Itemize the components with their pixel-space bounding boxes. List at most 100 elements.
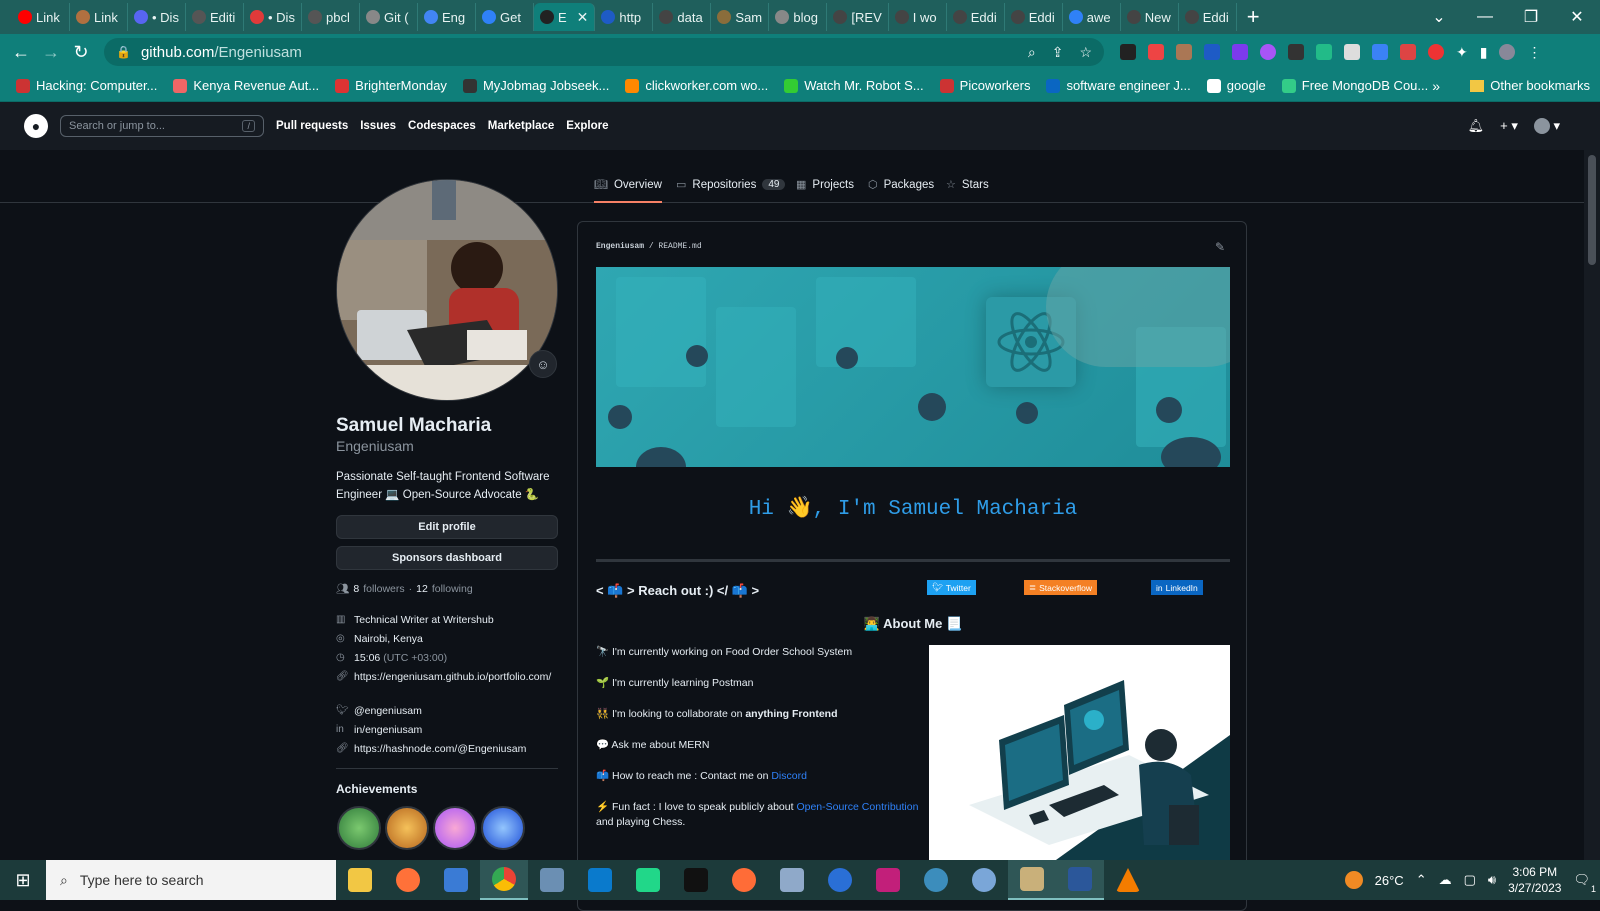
linkedin-link[interactable]: in/engeniusam: [354, 724, 422, 736]
temperature[interactable]: 26°C: [1375, 873, 1404, 888]
nav-issues[interactable]: Issues: [360, 120, 396, 132]
chevron-up-icon[interactable]: ⌃: [1416, 872, 1427, 888]
extension-icon[interactable]: [1400, 44, 1416, 60]
browser-tab[interactable]: E ✕: [534, 3, 596, 31]
browser-tab[interactable]: Eng: [418, 3, 476, 31]
extension-icon[interactable]: [1288, 44, 1304, 60]
achievement-badge-pair-extraordinaire[interactable]: [337, 806, 381, 850]
readme-file[interactable]: README.md: [658, 242, 701, 251]
app-cube-icon[interactable]: [768, 860, 816, 900]
extension-icon[interactable]: [1120, 44, 1136, 60]
nav-codespaces[interactable]: Codespaces: [408, 120, 476, 132]
url-input[interactable]: 🔒 github.com/Engeniusam ⌕ ⇪ ☆: [104, 38, 1104, 66]
app-globe-icon[interactable]: [960, 860, 1008, 900]
windows-start-icon[interactable]: ⊞: [0, 870, 46, 891]
following-count[interactable]: 12: [416, 583, 428, 595]
scrollbar-thumb[interactable]: [1588, 155, 1596, 265]
browser-tab[interactable]: Git (: [360, 3, 418, 31]
other-bookmarks-folder[interactable]: Other bookmarks: [1470, 78, 1590, 93]
tab-packages[interactable]: ⬡ Packages: [868, 178, 934, 192]
bookmark-item[interactable]: google: [1201, 78, 1272, 93]
minimize-button[interactable]: —: [1462, 8, 1508, 26]
extension-icon[interactable]: [1428, 44, 1444, 60]
bookmark-item[interactable]: Kenya Revenue Aut...: [167, 78, 325, 93]
new-tab-button[interactable]: +: [1247, 4, 1260, 30]
create-new-dropdown[interactable]: + ▾: [1500, 118, 1518, 134]
following-link[interactable]: following: [432, 583, 473, 595]
bookmark-item[interactable]: Hacking: Computer...: [10, 78, 163, 93]
back-button[interactable]: ←: [6, 42, 36, 63]
achievement-badge-quickdraw[interactable]: [385, 806, 429, 850]
close-window-button[interactable]: ✕: [1554, 7, 1600, 27]
stackoverflow-badge[interactable]: ≣ Stackoverflow: [1024, 580, 1098, 595]
file-explorer-icon[interactable]: [336, 860, 384, 900]
browser-tab[interactable]: awe: [1063, 3, 1121, 31]
notifications-bell-icon[interactable]: 🔔︎: [1468, 118, 1485, 134]
forward-button[interactable]: →: [36, 42, 66, 63]
bookmark-item[interactable]: Picoworkers: [934, 78, 1037, 93]
postman-icon[interactable]: [720, 860, 768, 900]
followers-link[interactable]: followers: [363, 583, 404, 595]
open-source-link[interactable]: Open-Source Contribution: [796, 801, 918, 813]
browser-tab[interactable]: blog: [769, 3, 828, 31]
virtualbox-icon[interactable]: [528, 860, 576, 900]
word-icon[interactable]: [1056, 860, 1104, 900]
extension-icon[interactable]: [1232, 44, 1248, 60]
nav-marketplace[interactable]: Marketplace: [488, 120, 554, 132]
hfm-icon[interactable]: [672, 860, 720, 900]
network-icon[interactable]: ☁: [1439, 872, 1452, 888]
browser-tab[interactable]: Get: [476, 3, 534, 31]
bookmark-item[interactable]: clickworker.com wo...: [619, 78, 774, 93]
browser-tab[interactable]: Editi: [186, 3, 244, 31]
browser-tab[interactable]: Eddi: [947, 3, 1005, 31]
display-icon[interactable]: ▢: [1464, 872, 1476, 888]
restore-button[interactable]: ❐: [1508, 7, 1554, 27]
extension-icon[interactable]: [1176, 44, 1192, 60]
browser-tab[interactable]: data: [653, 3, 712, 31]
browser-menu-icon[interactable]: ⋮: [1527, 44, 1541, 61]
extension-icon[interactable]: [1344, 44, 1360, 60]
bookmark-item[interactable]: MyJobmag Jobseek...: [457, 78, 615, 93]
nav-pull-requests[interactable]: Pull requests: [276, 120, 348, 132]
pycharm-icon[interactable]: [624, 860, 672, 900]
nav-explore[interactable]: Explore: [566, 120, 608, 132]
twitter-badge[interactable]: 🐦︎ Twitter: [927, 580, 976, 595]
browser-tab[interactable]: Eddi: [1179, 3, 1237, 31]
github-logo-icon[interactable]: ●: [24, 114, 48, 138]
website-link[interactable]: https://engeniusam.github.io/portfolio.c…: [354, 671, 551, 683]
app-blue-icon[interactable]: [816, 860, 864, 900]
tab-overview[interactable]: 📖︎ Overview: [594, 178, 662, 203]
user-menu-avatar[interactable]: ▾: [1533, 118, 1560, 135]
browser-tab[interactable]: [REV: [827, 3, 889, 31]
readme-user[interactable]: Engeniusam: [596, 242, 644, 251]
chrome-icon[interactable]: [480, 860, 528, 900]
profile-avatar[interactable]: [336, 179, 558, 401]
tab-stars[interactable]: ☆ Stars: [946, 178, 989, 192]
browser-tab[interactable]: http: [595, 3, 654, 31]
twitter-link[interactable]: @engeniusam: [354, 705, 422, 717]
vscode-icon[interactable]: [576, 860, 624, 900]
achievement-badge-yolo[interactable]: [433, 806, 477, 850]
weather-icon[interactable]: [1344, 871, 1363, 889]
tab-repositories[interactable]: ▭ Repositories 49: [676, 178, 786, 191]
extension-icon[interactable]: [1148, 44, 1164, 60]
browser-tab[interactable]: Link: [70, 3, 128, 31]
vlc-icon[interactable]: [1104, 860, 1152, 900]
app-photos-icon[interactable]: [1008, 860, 1056, 900]
side-panel-icon[interactable]: ▮: [1480, 44, 1488, 61]
edit-profile-button[interactable]: Edit profile: [336, 515, 558, 539]
hashnode-link[interactable]: https://hashnode.com/@Engeniusam: [354, 743, 526, 755]
followers-count[interactable]: 8: [353, 583, 359, 595]
search-input[interactable]: Search or jump to... /: [60, 115, 264, 137]
achievement-badge-pull-shark[interactable]: [481, 806, 525, 850]
browser-tab[interactable]: Sam: [711, 3, 770, 31]
volume-icon[interactable]: 🔊︎: [1488, 872, 1496, 888]
discord-link[interactable]: Discord: [771, 770, 807, 782]
bookmark-item[interactable]: BrighterMonday: [329, 78, 453, 93]
achievements-heading[interactable]: Achievements: [336, 782, 417, 796]
zoom-icon[interactable]: ⌕: [1028, 44, 1036, 61]
browser-tab[interactable]: Eddi: [1005, 3, 1063, 31]
browser-tab[interactable]: New: [1121, 3, 1179, 31]
taskbar-clock[interactable]: 3:06 PM 3/27/2023: [1508, 864, 1561, 896]
bookmark-item[interactable]: software engineer J...: [1040, 78, 1196, 93]
